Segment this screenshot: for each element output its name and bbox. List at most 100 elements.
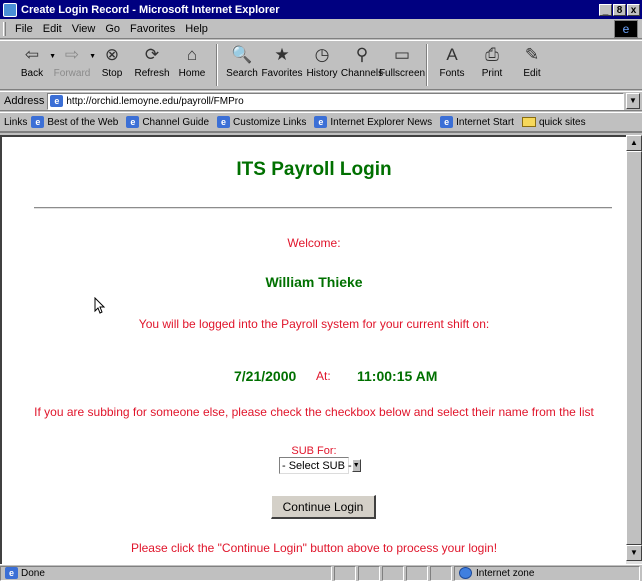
stop-icon: ⊗ bbox=[104, 45, 120, 64]
address-dropdown-icon[interactable]: ▼ bbox=[626, 93, 640, 109]
menu-go[interactable]: Go bbox=[100, 23, 125, 35]
print-button[interactable]: ⎙ Print bbox=[472, 41, 512, 79]
stop-button[interactable]: ⊗ Stop bbox=[92, 41, 132, 79]
status-pane bbox=[334, 565, 356, 581]
menu-bar: File Edit View Go Favorites Help e bbox=[0, 19, 642, 39]
at-label: At: bbox=[316, 369, 331, 383]
scroll-thumb[interactable] bbox=[626, 151, 642, 545]
status-pane bbox=[430, 565, 452, 581]
close-button[interactable]: x bbox=[627, 3, 640, 16]
forward-button[interactable]: ⇨ Forward ▼ bbox=[52, 41, 96, 79]
page-icon: e bbox=[31, 116, 45, 128]
sub-select[interactable]: - Select SUB - ▼ bbox=[279, 457, 361, 474]
link-label: Internet Explorer News bbox=[330, 116, 433, 128]
standard-toolbar: ⇦ Back ▼ ⇨ Forward ▼ ⊗ Stop ⟳ Refresh ⌂ … bbox=[0, 40, 642, 90]
home-icon: ⌂ bbox=[186, 45, 198, 64]
refresh-icon: ⟳ bbox=[144, 45, 160, 64]
history-label: History bbox=[306, 68, 338, 79]
security-zone-pane: Internet zone bbox=[454, 565, 640, 581]
link-best-of-the-web[interactable]: e Best of the Web bbox=[31, 116, 126, 128]
page-icon: e bbox=[126, 116, 140, 128]
status-bar: e Done Internet zone bbox=[0, 564, 642, 581]
sub-select-value[interactable]: - Select SUB - bbox=[280, 460, 352, 472]
search-button[interactable]: 🔍 Search bbox=[222, 41, 262, 79]
page-icon: e bbox=[217, 116, 231, 128]
welcome-text: Welcome: bbox=[287, 236, 341, 250]
minimize-button[interactable]: _ bbox=[599, 3, 612, 16]
history-button[interactable]: ◷ History bbox=[302, 41, 342, 79]
status-text: Done bbox=[21, 567, 45, 579]
back-label: Back bbox=[20, 68, 44, 79]
user-name: William Thieke bbox=[265, 274, 363, 290]
link-ie-news[interactable]: e Internet Explorer News bbox=[314, 116, 440, 128]
status-main-pane: e Done bbox=[0, 565, 332, 581]
favorites-button[interactable]: ★ Favorites bbox=[261, 41, 303, 79]
fullscreen-button[interactable]: ▭ Fullscreen bbox=[378, 41, 426, 79]
address-label: Address bbox=[4, 95, 45, 107]
favorites-label: Favorites bbox=[261, 68, 303, 79]
fonts-label: Fonts bbox=[439, 68, 465, 79]
edit-icon: ✎ bbox=[524, 45, 540, 64]
home-label: Home bbox=[178, 68, 206, 79]
back-arrow-icon: ⇦ bbox=[24, 45, 40, 64]
favorites-icon: ★ bbox=[274, 45, 290, 64]
fonts-button[interactable]: A Fonts bbox=[432, 41, 472, 79]
scroll-down-icon[interactable]: ▼ bbox=[626, 545, 642, 561]
search-label: Search bbox=[226, 68, 258, 79]
links-bar: Links e Best of the Web e Channel Guide … bbox=[0, 112, 642, 133]
page-icon: e bbox=[440, 116, 454, 128]
link-label: Channel Guide bbox=[142, 116, 210, 128]
address-url[interactable]: http://orchid.lemoyne.edu/payroll/FMPro bbox=[66, 96, 243, 107]
address-input[interactable]: e http://orchid.lemoyne.edu/payroll/FMPr… bbox=[47, 92, 624, 110]
link-label: quick sites bbox=[538, 116, 586, 128]
horizontal-rule bbox=[34, 207, 612, 209]
status-pane bbox=[382, 565, 404, 581]
link-customize-links[interactable]: e Customize Links bbox=[217, 116, 314, 128]
scroll-up-icon[interactable]: ▲ bbox=[626, 135, 642, 151]
forward-arrow-icon: ⇨ bbox=[64, 45, 80, 64]
refresh-button[interactable]: ⟳ Refresh bbox=[132, 41, 172, 79]
back-button[interactable]: ⇦ Back ▼ bbox=[12, 41, 56, 79]
menu-view[interactable]: View bbox=[67, 23, 101, 35]
fonts-icon: A bbox=[446, 45, 458, 64]
page-icon: e bbox=[50, 95, 64, 107]
window-title: Create Login Record - Microsoft Internet… bbox=[21, 3, 280, 16]
address-bar: Address e http://orchid.lemoyne.edu/payr… bbox=[0, 91, 642, 111]
print-icon: ⎙ bbox=[485, 45, 499, 64]
edit-label: Edit bbox=[523, 68, 541, 79]
continue-login-button[interactable]: Continue Login bbox=[271, 495, 376, 519]
link-label: Best of the Web bbox=[47, 116, 119, 128]
zone-text: Internet zone bbox=[476, 567, 535, 579]
link-quick-sites[interactable]: quick sites bbox=[521, 116, 594, 128]
fullscreen-label: Fullscreen bbox=[378, 68, 426, 79]
menu-favorites[interactable]: Favorites bbox=[125, 23, 180, 35]
sub-for-label: SUB For: bbox=[291, 445, 337, 457]
edit-button[interactable]: ✎ Edit bbox=[512, 41, 552, 79]
menu-help[interactable]: Help bbox=[180, 23, 213, 35]
menu-file[interactable]: File bbox=[10, 23, 38, 35]
toolbar-separator bbox=[426, 44, 428, 86]
print-label: Print bbox=[481, 68, 503, 79]
vertical-scrollbar[interactable]: ▲ ▼ bbox=[626, 135, 642, 564]
chevron-down-icon[interactable]: ▼ bbox=[351, 459, 361, 472]
links-label[interactable]: Links bbox=[0, 117, 31, 128]
status-pane bbox=[406, 565, 428, 581]
home-button[interactable]: ⌂ Home bbox=[172, 41, 212, 79]
search-icon: 🔍 bbox=[231, 45, 253, 64]
link-label: Internet Start bbox=[456, 116, 514, 128]
link-internet-start[interactable]: e Internet Start bbox=[440, 116, 522, 128]
title-bar: Create Login Record - Microsoft Internet… bbox=[0, 0, 642, 19]
menubar-grip[interactable] bbox=[3, 21, 6, 36]
folder-icon bbox=[521, 117, 536, 127]
ie-app-icon bbox=[3, 2, 17, 17]
maximize-button[interactable]: 8 bbox=[613, 3, 626, 16]
menu-edit[interactable]: Edit bbox=[38, 23, 67, 35]
channels-button[interactable]: ⚲ Channels bbox=[340, 41, 384, 79]
channels-label: Channels bbox=[340, 68, 384, 79]
page-icon: e bbox=[314, 116, 328, 128]
ie-throbber-logo: e bbox=[614, 20, 638, 38]
page-heading: ITS Payroll Login bbox=[236, 159, 392, 180]
click-instruction: Please click the "Continue Login" button… bbox=[130, 541, 498, 555]
link-channel-guide[interactable]: e Channel Guide bbox=[126, 116, 217, 128]
status-pane bbox=[358, 565, 380, 581]
